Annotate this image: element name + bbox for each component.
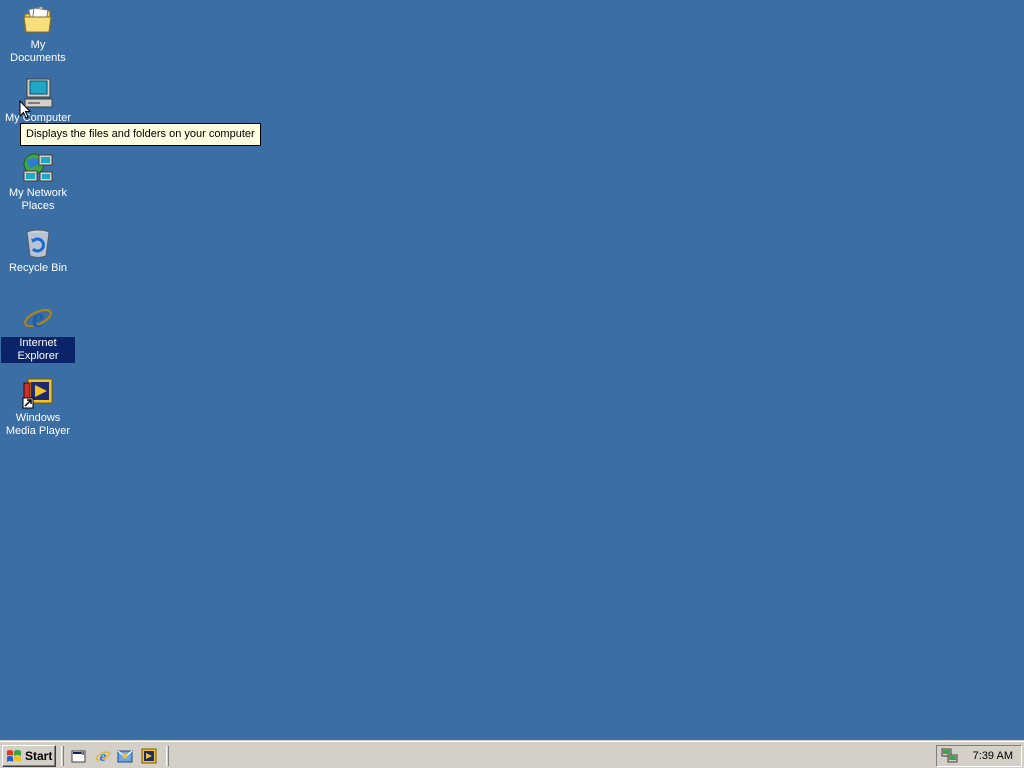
windows-logo-icon [6, 749, 22, 763]
tooltip: Displays the files and folders on your c… [20, 123, 261, 146]
desktop-icon-label: Recycle Bin [8, 262, 68, 274]
desktop-icon-label: Windows Media Player [5, 412, 71, 437]
desktop-icon-my-network-places[interactable]: My Network Places [0, 152, 76, 213]
recycle-bin-icon [22, 227, 54, 259]
network-places-icon [22, 152, 54, 184]
taskbar-grip[interactable] [61, 746, 64, 766]
svg-text:e: e [100, 749, 107, 764]
system-tray: 7:39 AM [936, 745, 1022, 767]
desktop-icon-label: My Network Places [8, 187, 68, 212]
desktop-icon-my-computer[interactable]: My Computer [0, 77, 76, 125]
media-player-icon [22, 377, 54, 409]
internet-explorer-icon: e [22, 302, 54, 334]
show-desktop-icon[interactable] [70, 747, 88, 765]
outlook-express-icon[interactable] [116, 747, 134, 765]
media-player-icon[interactable] [140, 747, 158, 765]
desktop-icon-windows-media-player[interactable]: Windows Media Player [0, 377, 76, 438]
start-button[interactable]: Start [2, 745, 56, 767]
taskbar-grip[interactable] [166, 746, 169, 766]
desktop-icon-label: My Documents [10, 39, 66, 64]
desktop-icon-internet-explorer[interactable]: e Internet Explorer [0, 302, 76, 363]
desktop[interactable]: My Documents My Computer My Network Plac… [0, 0, 1024, 740]
start-label: Start [25, 749, 53, 763]
folder-documents-icon [22, 4, 54, 36]
desktop-icon-my-documents[interactable]: My Documents [0, 4, 76, 65]
desktop-icon-label: Internet Explorer [1, 337, 75, 363]
taskbar: Start e 7:39 AM [0, 740, 1024, 768]
internet-explorer-icon[interactable]: e [94, 747, 112, 765]
desktop-icon-recycle-bin[interactable]: Recycle Bin [0, 227, 76, 275]
network-connection-icon[interactable] [941, 748, 959, 764]
mouse-cursor-icon [19, 99, 32, 122]
svg-text:e: e [32, 303, 44, 334]
clock[interactable]: 7:39 AM [973, 750, 1013, 762]
